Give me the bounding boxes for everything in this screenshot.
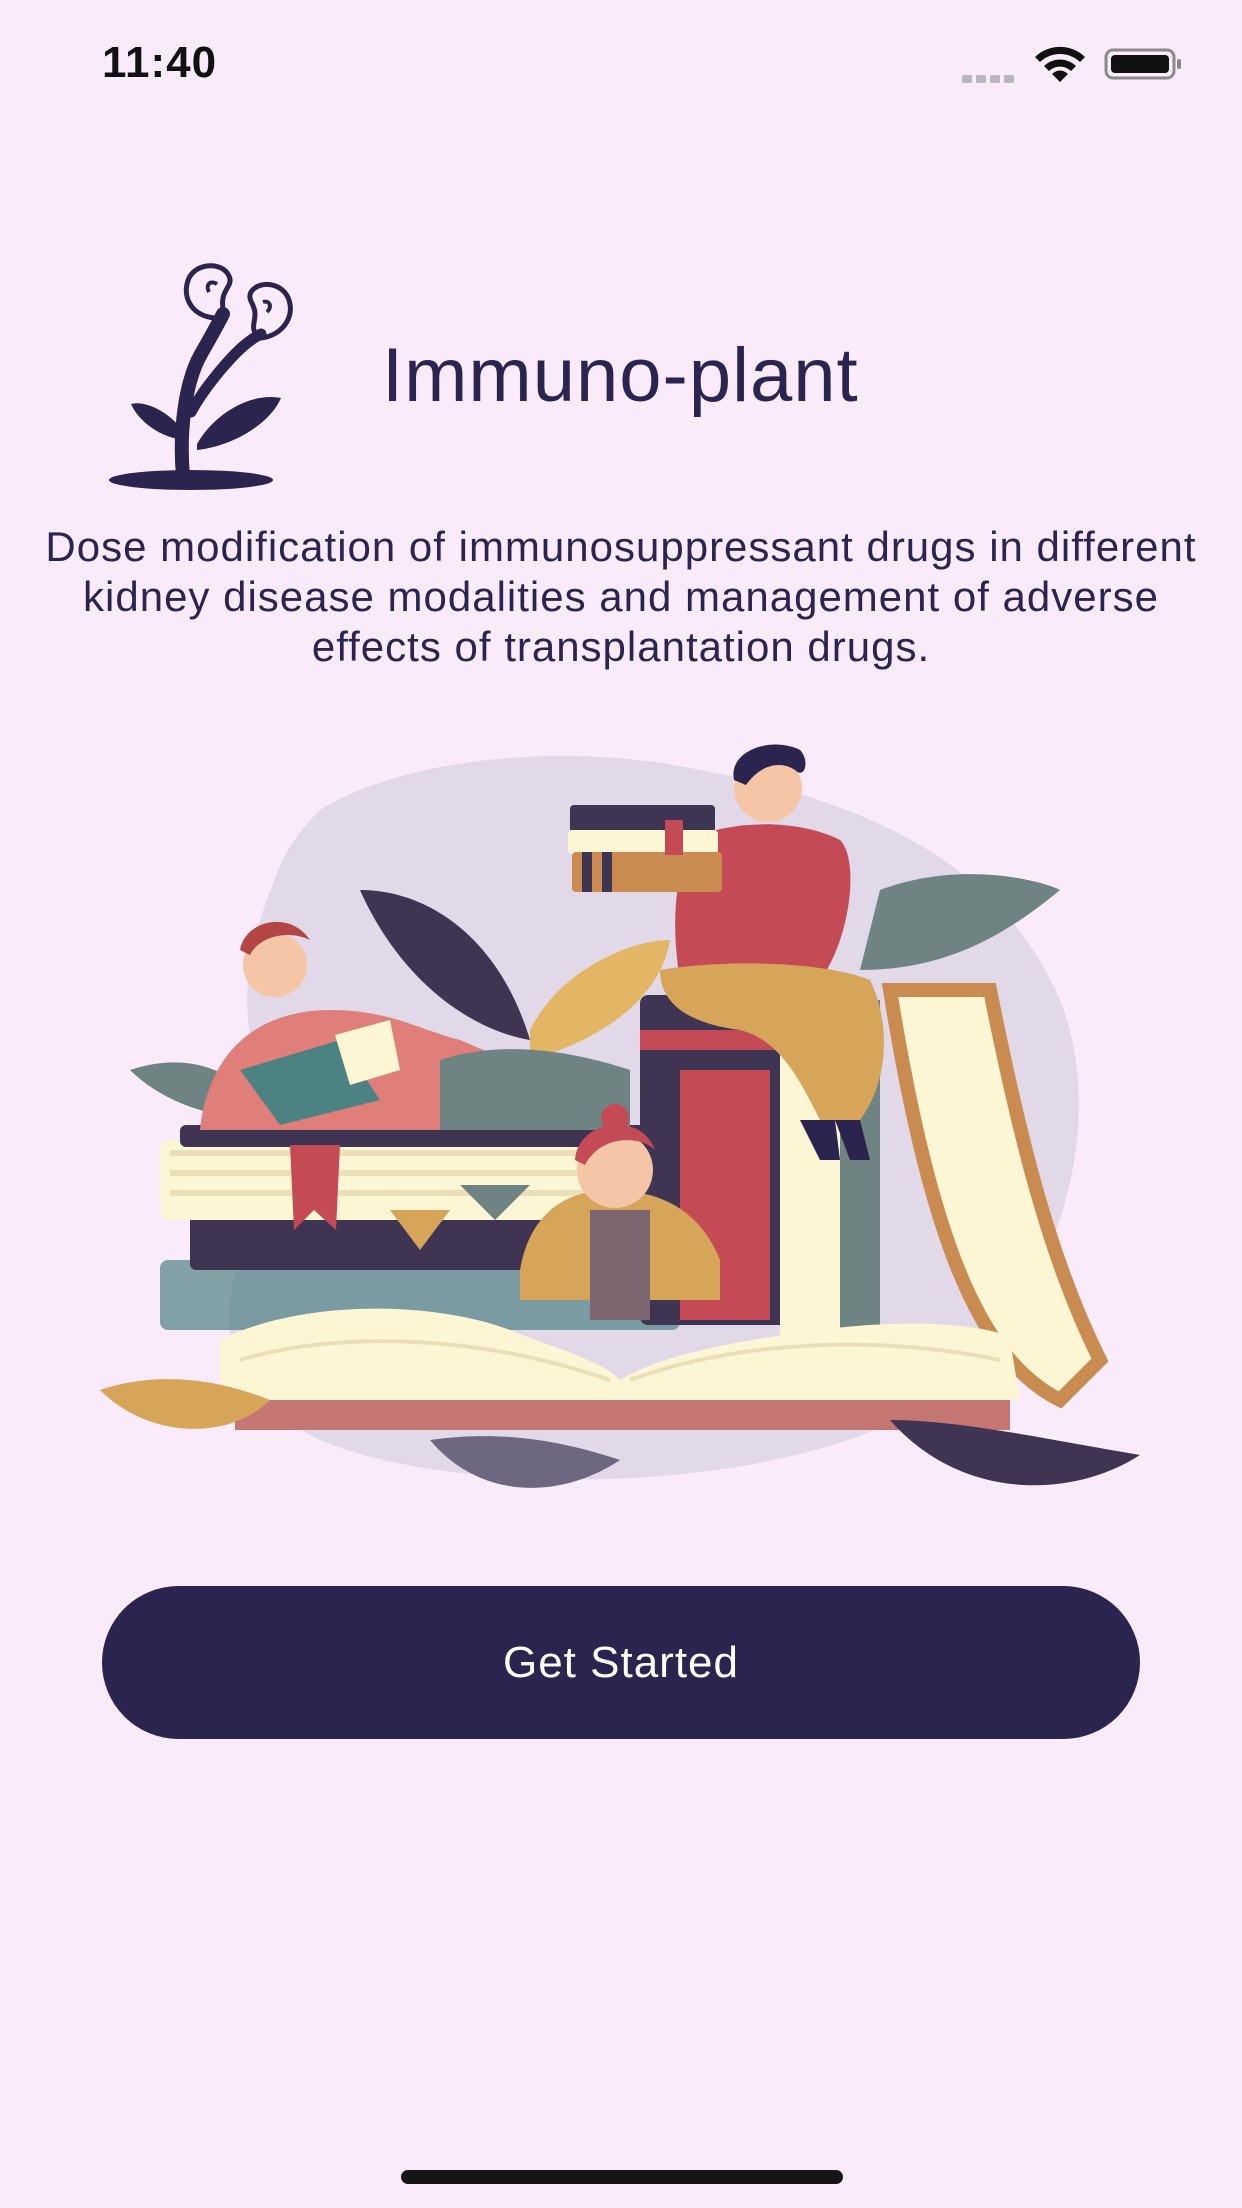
people-reading-books-illustration	[100, 744, 1140, 1488]
wifi-icon	[1035, 46, 1085, 82]
cellular-signal-icon	[962, 70, 1018, 83]
kidney-plant-logo-icon	[109, 263, 293, 490]
home-indicator[interactable]	[401, 2170, 843, 2184]
status-time: 11:40	[102, 38, 218, 87]
status-bar: 11:40	[0, 0, 1242, 130]
app-title: Immuno-plant	[382, 333, 859, 418]
get-started-button[interactable]: Get Started	[102, 1586, 1140, 1739]
battery-icon	[1104, 48, 1181, 80]
tagline: Dose modification of immunosuppressant d…	[45, 523, 1197, 670]
